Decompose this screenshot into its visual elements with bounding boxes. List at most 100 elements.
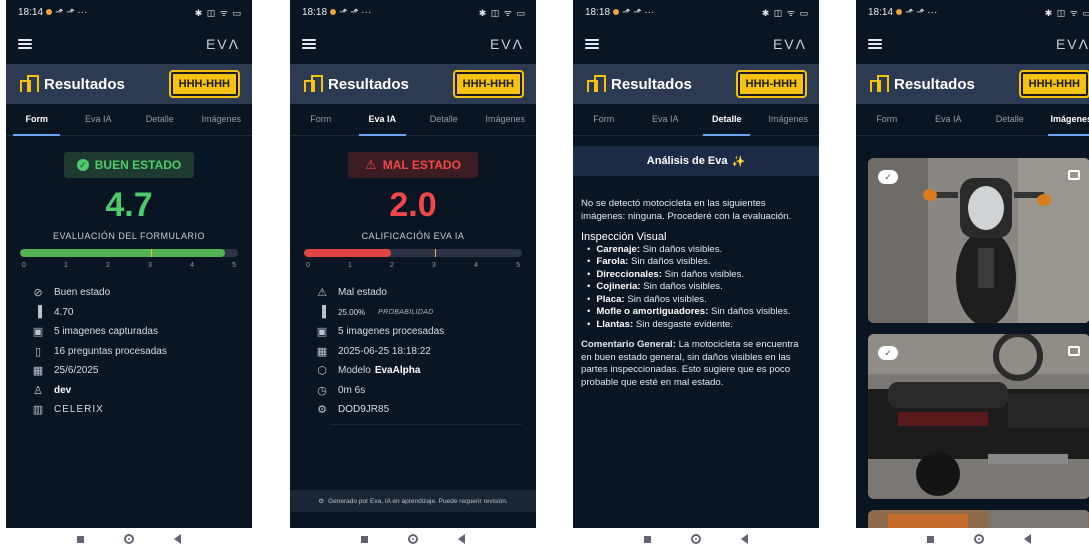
score-label: CALIFICACIÓN EVA IA [361,231,465,241]
notification-dot-icon [330,9,337,15]
score-progress-bar [20,249,238,257]
building-icon: ▥ [32,404,44,417]
tab-detalle[interactable]: Detalle [696,104,758,136]
tick-label: 2 [390,262,394,269]
license-plate-badge: HHH-HHH [735,70,808,98]
tab-eva-ia[interactable]: Eva IA [68,104,130,135]
recents-icon[interactable] [644,535,651,543]
back-icon[interactable] [174,534,181,544]
back-icon[interactable] [1024,534,1031,544]
item-label: Farola: [596,256,629,267]
tab-imagenes[interactable]: Imágenes [758,104,820,135]
back-icon[interactable] [741,534,748,544]
status-extra-icons: ⬏ ⬏ ··· [55,6,88,18]
info-text: 2025-06-25 18:18:22 [338,345,431,357]
tab-form[interactable]: Form [290,104,352,135]
tab-form[interactable]: Form [573,104,635,135]
item-label: Direccionales: [596,268,662,280]
home-icon[interactable] [974,534,984,544]
form-score: 4.7 [105,186,153,224]
building-icon [870,75,889,92]
divider [330,423,522,425]
info-row: ♙ dev [32,381,252,401]
eva-logo: EVΛ [1055,36,1089,52]
recents-icon[interactable] [927,535,934,543]
info-text: DOD9JR85 [338,404,390,416]
item-text: Sin daños visibles. [710,306,791,317]
camera-icon[interactable] [1068,346,1080,356]
item-label: Cojinería: [596,281,641,292]
app-bar: EVΛ [856,24,1089,64]
status-bar: 18:14 ⬏ ⬏ ··· ✱ ◫ ᯤ ▭ [856,0,1089,24]
ai-disclaimer: ⚙ Generado por Eva, IA en aprendizaje. P… [290,490,536,512]
tab-imagenes[interactable]: Imágenes [475,104,537,135]
license-plate-badge: HHH-HHH [452,70,525,98]
license-plate-badge: HHH-HHH [1018,70,1089,98]
analysis-intro: No se detectó motocicleta en las siguien… [581,198,792,222]
android-nav-bar [290,528,536,550]
status-bar: 18:14 ⬏ ⬏ ··· ✱ ◫ ᯤ ▭ [6,0,252,24]
info-row: ▐ 25.00% PROBABILIDAD [316,303,536,323]
probability-label: PROBABILIDAD [378,308,434,316]
tab-form[interactable]: Form [6,104,68,136]
home-icon[interactable] [691,534,701,544]
hamburger-menu-icon[interactable] [18,39,32,49]
tab-eva-ia[interactable]: Eva IA [635,104,697,135]
home-icon[interactable] [124,534,134,544]
score-label: EVALUACIÓN DEL FORMULARIO [52,231,206,241]
tab-detalle[interactable]: Detalle [413,104,475,135]
warning-icon: ⚠ [317,287,327,300]
tab-imagenes[interactable]: Imágenes [1041,104,1089,136]
threshold-marker [150,249,152,257]
phone-eva-ia: 18:18 ⬏ ⬏ ··· ✱ ◫ ᯤ ▭ EVΛ Resultados HHH-… [290,0,536,550]
home-icon[interactable] [408,534,418,544]
tab-form[interactable]: Form [856,104,918,135]
motorcycle-photo[interactable]: ✓ [868,334,1089,499]
score-progress-fill [20,249,225,257]
android-nav-bar [856,528,1089,550]
item-text: Sin desgaste evidente. [635,318,733,330]
status-bar: 18:18 ⬏ ⬏ ··· ✱ ◫ ᯤ ▭ [573,0,819,24]
screen-form: 18:14 ⬏ ⬏ ··· ✱ ◫ ᯤ ▭ EVΛ Resultados HHH-… [6,0,252,528]
tab-eva-ia[interactable]: Eva IA [918,104,980,135]
motorcycle-photo[interactable] [868,510,1089,528]
list-item: Llantas: Sin desgaste evidente. [587,319,811,332]
motorcycle-photo[interactable]: ✓ [868,158,1089,323]
info-text: 5 imagenes procesadas [338,326,445,338]
info-row: ⚠ Mal estado [316,283,536,303]
screen-eva-ia: 18:18 ⬏ ⬏ ··· ✱ ◫ ᯤ ▭ EVΛ Resultados HHH-… [290,0,536,528]
bar-chart-icon: ▐ [34,306,42,319]
tick-label: 0 [306,262,310,269]
tab-eva-ia[interactable]: Eva IA [352,104,414,136]
info-row: ▣ 5 imagenes capturadas [32,322,252,342]
tab-detalle[interactable]: Detalle [129,104,191,135]
back-icon[interactable] [458,534,465,544]
inspection-title: Inspección Visual [581,231,667,243]
hamburger-menu-icon[interactable] [868,39,882,49]
tab-imagenes[interactable]: Imágenes [191,104,253,135]
recents-icon[interactable] [77,535,84,543]
info-row: ⚙ DOD9JR85 [316,400,536,420]
android-nav-bar [573,528,819,550]
page-title: Resultados [894,75,975,93]
clock-icon: ◷ [317,384,327,397]
tab-detalle[interactable]: Detalle [979,104,1041,135]
recents-icon[interactable] [361,535,368,543]
camera-icon[interactable] [1068,170,1080,180]
image-icon: ▣ [316,326,328,339]
tick-label: 4 [474,262,478,269]
ai-disclaimer-text: Generado por Eva, IA en aprendizaje. Pue… [328,497,508,505]
notification-dot-icon [613,9,620,15]
building-icon [587,75,606,92]
info-row: ▯ 16 preguntas procesadas [32,342,252,362]
app-bar: EVΛ [6,24,252,64]
model-prefix: Modelo [338,365,371,377]
info-text: dev [54,384,72,396]
hamburger-menu-icon[interactable] [302,39,316,49]
bar-chart-icon: ▐ [318,306,326,319]
results-header: Resultados HHH-HHH [573,64,819,104]
check-circle-icon: ✓ [76,159,89,171]
hamburger-menu-icon[interactable] [585,39,599,49]
tick-label: 0 [22,262,26,269]
info-text: 4.70 [54,306,74,318]
